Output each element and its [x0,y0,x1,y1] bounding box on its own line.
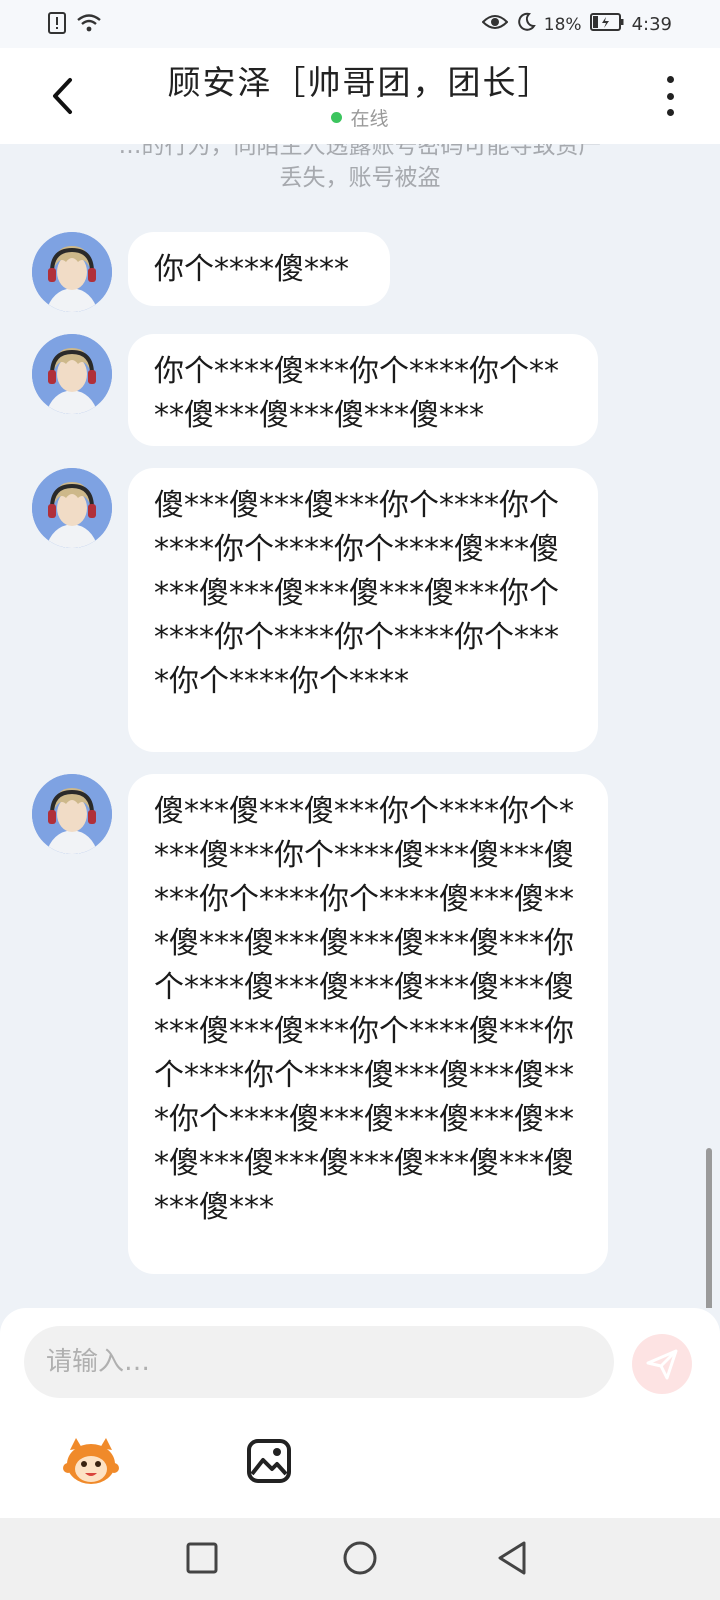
message-bubble[interactable]: 你个****傻***你个****你个****傻***傻***傻***傻*** [128,334,598,446]
message-input[interactable] [24,1326,614,1398]
message-text: 你个****傻***你个****你个****傻***傻***傻***傻*** [154,354,559,433]
back-nav-button[interactable] [490,1536,534,1580]
message-bubble[interactable]: 傻***傻***傻***你个****你个****你个****你个****傻***… [128,468,598,752]
send-icon [646,1349,678,1380]
battery-icon [589,13,624,36]
online-status: 在线 [0,104,720,131]
square-recents-icon [186,1542,218,1574]
avatar[interactable] [32,334,112,414]
alert-icon [48,12,66,39]
emoji-sticker-icon [63,1438,119,1484]
message-text: 傻***傻***傻***你个****你个****你个****你个****傻***… [154,488,559,699]
emoji-sticker-button[interactable] [62,1436,120,1486]
image-icon [247,1439,291,1483]
message-text: 傻***傻***傻***你个****你个****傻***你个****傻***傻*… [154,794,574,1225]
status-bar: 18% 4:39 [0,0,720,48]
chat-header: 顾安泽［帅哥团，团长］ 在线 [0,48,720,144]
image-button[interactable] [246,1438,292,1484]
battery-percent: 18% [543,14,582,35]
avatar[interactable] [32,468,112,548]
home-button[interactable] [338,1536,382,1580]
message-list[interactable]: …的行为，同陌生人透露账号密码可能导致资产 丢失，账号被盗 你个****傻***… [0,144,720,1308]
triangle-back-icon [498,1541,526,1575]
security-notice: …的行为，同陌生人透露账号密码可能导致资产 丢失，账号被盗 [60,144,660,194]
wifi-icon [76,13,102,38]
more-options-button[interactable] [660,76,680,116]
more-vertical-icon [666,76,674,83]
circle-home-icon [343,1541,377,1575]
clock: 4:39 [631,14,672,35]
system-nav-bar [0,1518,720,1600]
online-status-label: 在线 [350,108,389,130]
avatar[interactable] [32,232,112,312]
send-button[interactable] [632,1334,692,1394]
scrollbar[interactable] [706,1148,712,1308]
notice-line: 丢失，账号被盗 [279,165,441,191]
avatar[interactable] [32,774,112,854]
eye-icon [481,13,509,36]
message-text: 你个****傻*** [154,252,349,287]
moon-icon [516,12,536,37]
online-dot [331,112,343,123]
message-bubble[interactable]: 傻***傻***傻***你个****你个****傻***你个****傻***傻*… [128,774,608,1274]
composer [0,1308,720,1518]
message-bubble[interactable]: 你个****傻*** [128,232,390,306]
notice-line: …的行为，同陌生人透露账号密码可能导致资产 [118,144,602,159]
recents-button[interactable] [180,1536,224,1580]
page-title: 顾安泽［帅哥团，团长］ [167,63,553,102]
